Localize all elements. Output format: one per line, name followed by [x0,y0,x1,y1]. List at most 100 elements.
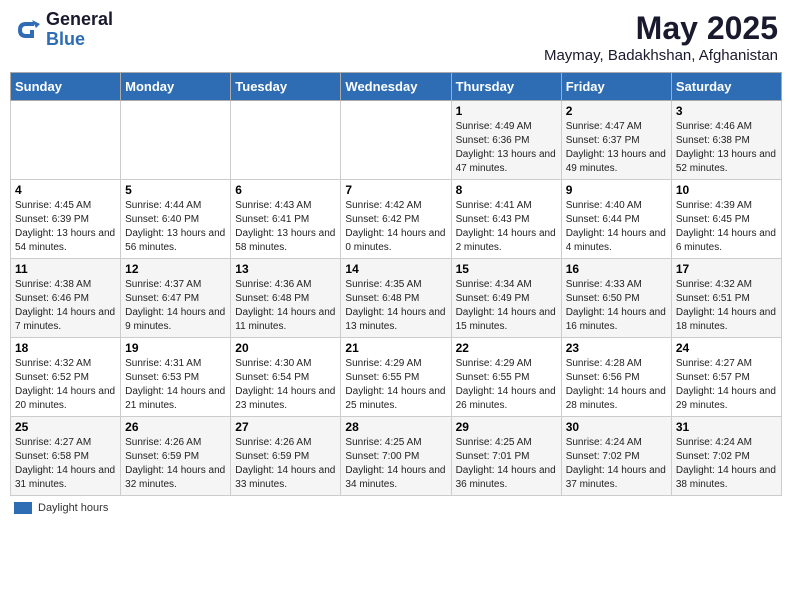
day-info: Sunrise: 4:45 AMSunset: 6:39 PMDaylight:… [15,199,116,255]
day-cell-empty-2 [231,101,341,180]
day-cell-29: 29 Sunrise: 4:25 AMSunset: 7:01 PMDayligh… [451,417,561,496]
day-number: 15 [456,262,557,276]
day-info: Sunrise: 4:25 AMSunset: 7:01 PMDaylight:… [456,436,557,492]
day-info: Sunrise: 4:49 AMSunset: 6:36 PMDaylight:… [456,120,557,176]
day-number: 25 [15,420,116,434]
day-number: 31 [676,420,777,434]
day-cell-16: 16Sunrise: 4:33 AMSunset: 6:50 PMDayligh… [561,259,671,338]
day-number: 6 [235,183,336,197]
weekday-header-row: SundayMondayTuesdayWednesdayThursdayFrid… [11,73,782,101]
day-cell-1: 1 Sunrise: 4:49 AMSunset: 6:36 PMDaylight… [451,101,561,180]
location-title: Maymay, Badakhshan, Afghanistan [544,47,778,64]
day-cell-28: 28 Sunrise: 4:25 AMSunset: 7:00 PMDayligh… [341,417,451,496]
day-cell-20: 20 Sunrise: 4:30 AMSunset: 6:54 PMDayligh… [231,338,341,417]
day-cell-empty-0 [11,101,121,180]
day-cell-23: 23 Sunrise: 4:28 AMSunset: 6:56 PMDayligh… [561,338,671,417]
day-number: 10 [676,183,777,197]
day-number: 7 [345,183,446,197]
day-number: 5 [125,183,226,197]
day-number: 28 [345,420,446,434]
day-number: 23 [566,341,667,355]
day-number: 21 [345,341,446,355]
day-number: 2 [566,104,667,118]
day-info: Sunrise: 4:24 AMSunset: 7:02 PMDaylight:… [566,436,667,492]
logo-general-text: General [46,10,113,30]
day-number: 8 [456,183,557,197]
day-info: Sunrise: 4:44 AMSunset: 6:40 PMDaylight:… [125,199,226,255]
day-info: Sunrise: 4:32 AMSunset: 6:51 PMDaylight:… [676,278,777,334]
day-info: Sunrise: 4:42 AMSunset: 6:42 PMDaylight:… [345,199,446,255]
weekday-header-monday: Monday [121,73,231,101]
day-cell-6: 6 Sunrise: 4:43 AMSunset: 6:41 PMDaylight… [231,180,341,259]
day-info: Sunrise: 4:39 AMSunset: 6:45 PMDaylight:… [676,199,777,255]
day-cell-8: 8 Sunrise: 4:41 AMSunset: 6:43 PMDaylight… [451,180,561,259]
day-cell-12: 12Sunrise: 4:37 AMSunset: 6:47 PMDayligh… [121,259,231,338]
day-cell-9: 9 Sunrise: 4:40 AMSunset: 6:44 PMDaylight… [561,180,671,259]
day-cell-7: 7 Sunrise: 4:42 AMSunset: 6:42 PMDaylight… [341,180,451,259]
day-cell-26: 26Sunrise: 4:26 AMSunset: 6:59 PMDayligh… [121,417,231,496]
day-info: Sunrise: 4:41 AMSunset: 6:43 PMDaylight:… [456,199,557,255]
day-info: Sunrise: 4:31 AMSunset: 6:53 PMDaylight:… [125,357,226,413]
weekday-header-tuesday: Tuesday [231,73,341,101]
day-number: 26 [125,420,226,434]
day-number: 9 [566,183,667,197]
day-number: 3 [676,104,777,118]
day-number: 27 [235,420,336,434]
day-cell-24: 24Sunrise: 4:27 AMSunset: 6:57 PMDayligh… [671,338,781,417]
week-row-3: 11Sunrise: 4:38 AMSunset: 6:46 PMDayligh… [11,259,782,338]
day-info: Sunrise: 4:30 AMSunset: 6:54 PMDaylight:… [235,357,336,413]
day-cell-10: 10 Sunrise: 4:39 AMSunset: 6:45 PMDayligh… [671,180,781,259]
day-number: 18 [15,341,116,355]
day-number: 17 [676,262,777,276]
day-info: Sunrise: 4:35 AMSunset: 6:48 PMDaylight:… [345,278,446,334]
day-info: Sunrise: 4:29 AMSunset: 6:55 PMDaylight:… [345,357,446,413]
day-info: Sunrise: 4:28 AMSunset: 6:56 PMDaylight:… [566,357,667,413]
month-title: May 2025 [544,10,778,47]
day-number: 4 [15,183,116,197]
day-info: Sunrise: 4:47 AMSunset: 6:37 PMDaylight:… [566,120,667,176]
day-cell-19: 19Sunrise: 4:31 AMSunset: 6:53 PMDayligh… [121,338,231,417]
day-number: 29 [456,420,557,434]
day-number: 30 [566,420,667,434]
week-row-5: 25Sunrise: 4:27 AMSunset: 6:58 PMDayligh… [11,417,782,496]
weekday-header-sunday: Sunday [11,73,121,101]
day-info: Sunrise: 4:36 AMSunset: 6:48 PMDaylight:… [235,278,336,334]
day-cell-empty-1 [121,101,231,180]
daylight-label: Daylight hours [38,502,108,514]
day-info: Sunrise: 4:43 AMSunset: 6:41 PMDaylight:… [235,199,336,255]
week-row-4: 18 Sunrise: 4:32 AMSunset: 6:52 PMDayligh… [11,338,782,417]
day-info: Sunrise: 4:32 AMSunset: 6:52 PMDaylight:… [15,357,116,413]
day-cell-30: 30 Sunrise: 4:24 AMSunset: 7:02 PMDayligh… [561,417,671,496]
day-cell-27: 27 Sunrise: 4:26 AMSunset: 6:59 PMDayligh… [231,417,341,496]
day-info: Sunrise: 4:25 AMSunset: 7:00 PMDaylight:… [345,436,446,492]
day-cell-3: 3 Sunrise: 4:46 AMSunset: 6:38 PMDaylight… [671,101,781,180]
day-number: 1 [456,104,557,118]
day-info: Sunrise: 4:29 AMSunset: 6:55 PMDaylight:… [456,357,557,413]
day-cell-4: 4 Sunrise: 4:45 AMSunset: 6:39 PMDaylight… [11,180,121,259]
logo-icon [14,16,42,44]
day-cell-18: 18 Sunrise: 4:32 AMSunset: 6:52 PMDayligh… [11,338,121,417]
day-number: 14 [345,262,446,276]
day-info: Sunrise: 4:38 AMSunset: 6:46 PMDaylight:… [15,278,116,334]
day-info: Sunrise: 4:40 AMSunset: 6:44 PMDaylight:… [566,199,667,255]
day-cell-5: 5 Sunrise: 4:44 AMSunset: 6:40 PMDaylight… [121,180,231,259]
day-info: Sunrise: 4:46 AMSunset: 6:38 PMDaylight:… [676,120,777,176]
day-cell-14: 14 Sunrise: 4:35 AMSunset: 6:48 PMDayligh… [341,259,451,338]
week-row-2: 4 Sunrise: 4:45 AMSunset: 6:39 PMDaylight… [11,180,782,259]
day-cell-31: 31Sunrise: 4:24 AMSunset: 7:02 PMDayligh… [671,417,781,496]
logo-text: General Blue [46,10,113,50]
calendar-table: SundayMondayTuesdayWednesdayThursdayFrid… [10,72,782,496]
day-cell-2: 2 Sunrise: 4:47 AMSunset: 6:37 PMDaylight… [561,101,671,180]
daylight-box-icon [14,502,32,514]
day-cell-25: 25Sunrise: 4:27 AMSunset: 6:58 PMDayligh… [11,417,121,496]
day-cell-22: 22Sunrise: 4:29 AMSunset: 6:55 PMDayligh… [451,338,561,417]
weekday-header-friday: Friday [561,73,671,101]
weekday-header-thursday: Thursday [451,73,561,101]
day-cell-15: 15Sunrise: 4:34 AMSunset: 6:49 PMDayligh… [451,259,561,338]
day-number: 20 [235,341,336,355]
day-number: 13 [235,262,336,276]
footer: Daylight hours [10,502,782,514]
day-info: Sunrise: 4:26 AMSunset: 6:59 PMDaylight:… [235,436,336,492]
page-header: General Blue May 2025 Maymay, Badakhshan… [10,10,782,64]
week-row-1: 1 Sunrise: 4:49 AMSunset: 6:36 PMDaylight… [11,101,782,180]
